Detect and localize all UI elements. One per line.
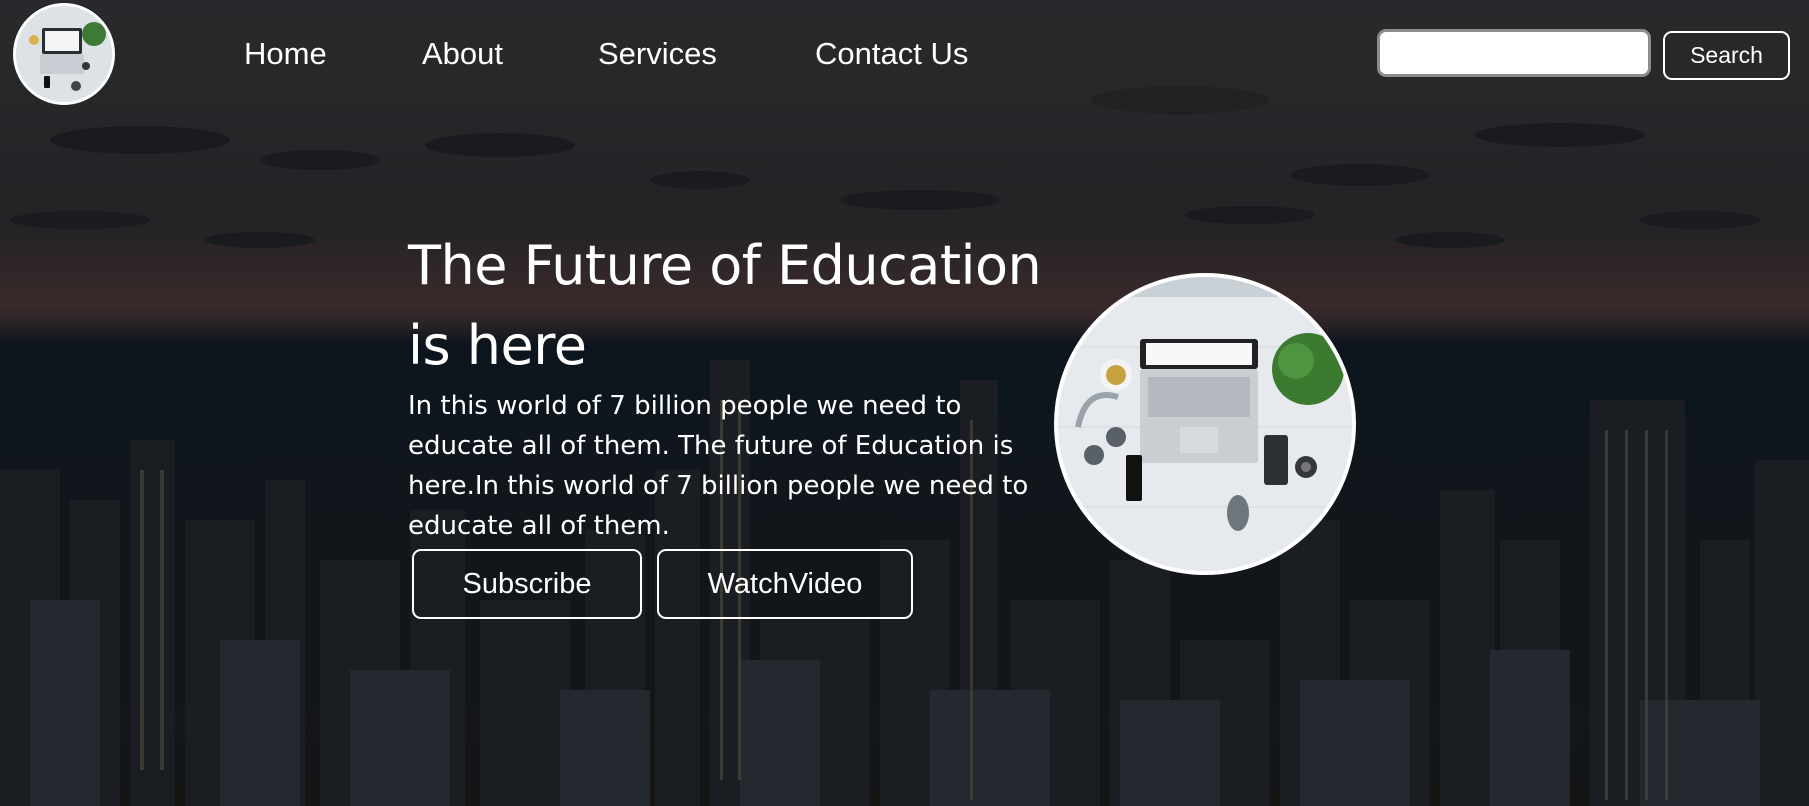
subscribe-button[interactable]: Subscribe: [412, 549, 642, 619]
hero-laptop-image: [1054, 273, 1356, 575]
navbar: Home About Services Contact Us Search: [0, 0, 1809, 113]
hero-title: The Future of Education is here: [408, 234, 1042, 377]
hero-text-block: The Future of Education is here In this …: [408, 226, 1058, 546]
search-button[interactable]: Search: [1663, 31, 1790, 80]
nav-link-home[interactable]: Home: [244, 36, 327, 72]
nav-link-services[interactable]: Services: [598, 36, 717, 72]
search-input[interactable]: [1377, 29, 1651, 77]
nav-link-contact-us[interactable]: Contact Us: [815, 36, 968, 72]
hero-paragraph: In this world of 7 billion people we nee…: [408, 391, 1029, 541]
watch-video-button[interactable]: WatchVideo: [657, 549, 913, 619]
logo-icon[interactable]: [13, 3, 115, 105]
nav-link-about[interactable]: About: [422, 36, 503, 72]
